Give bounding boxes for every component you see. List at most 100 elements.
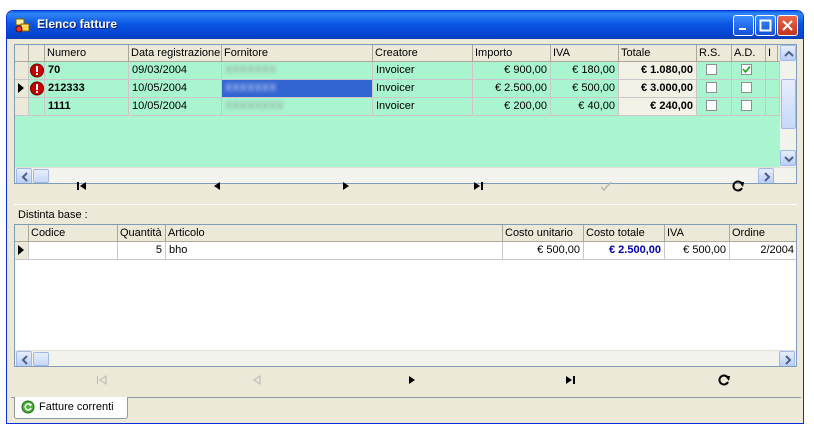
cell-data[interactable]: 10/05/2004 bbox=[129, 80, 222, 98]
last-record-icon[interactable] bbox=[470, 178, 486, 194]
column-header-iva[interactable]: IVA bbox=[665, 225, 730, 242]
bom-caption: Distinta base : bbox=[18, 209, 88, 221]
first-record-icon[interactable] bbox=[94, 372, 110, 388]
bom-horizontal-scrollbar[interactable] bbox=[15, 350, 796, 366]
refresh-icon[interactable] bbox=[730, 178, 746, 194]
cell-importo[interactable]: € 2.500,00 bbox=[473, 80, 551, 98]
cell-creatore[interactable]: Invoicer bbox=[373, 80, 473, 98]
invoice-grid: Numero Data registrazione Fornitore Crea… bbox=[14, 44, 797, 184]
column-header-rs[interactable]: R.S. bbox=[697, 45, 732, 62]
close-icon bbox=[782, 20, 793, 31]
column-header-costo-unitario[interactable]: Costo unitario bbox=[503, 225, 584, 242]
scroll-down-button[interactable] bbox=[780, 150, 796, 166]
minimize-button[interactable] bbox=[733, 15, 754, 36]
cell-codice[interactable] bbox=[29, 242, 118, 260]
row-selector[interactable] bbox=[15, 98, 29, 116]
ad-checkbox[interactable] bbox=[741, 82, 752, 93]
cell-iva[interactable]: € 40,00 bbox=[551, 98, 619, 116]
column-header-numero[interactable]: Numero bbox=[45, 45, 129, 62]
scroll-left-button[interactable] bbox=[16, 351, 32, 366]
cell-costo-totale[interactable]: € 2.500,00 bbox=[584, 242, 665, 260]
maximize-icon bbox=[759, 19, 772, 32]
vertical-scroll-thumb[interactable] bbox=[781, 79, 796, 129]
ad-checkbox[interactable] bbox=[741, 64, 752, 75]
horizontal-scroll-thumb[interactable] bbox=[33, 352, 49, 366]
confirm-icon[interactable] bbox=[598, 178, 614, 194]
cell-ordine[interactable]: 2/2004 bbox=[730, 242, 796, 260]
cell-data[interactable]: 10/05/2004 bbox=[129, 98, 222, 116]
cell-totale[interactable]: € 1.080,00 bbox=[619, 62, 697, 80]
cell-ad bbox=[732, 98, 766, 116]
cell-importo[interactable]: € 900,00 bbox=[473, 62, 551, 80]
column-header-totale[interactable]: Totale bbox=[619, 45, 697, 62]
column-header-articolo[interactable]: Articolo bbox=[166, 225, 503, 242]
column-header-fornitore[interactable]: Fornitore bbox=[222, 45, 373, 62]
rs-checkbox[interactable] bbox=[706, 82, 717, 93]
invoice-vertical-scrollbar[interactable] bbox=[780, 45, 796, 167]
tab-fatture-correnti[interactable]: Fatture correnti bbox=[14, 397, 128, 419]
cell-fornitore[interactable]: XXXXXXX bbox=[222, 80, 373, 98]
cell-numero[interactable]: 212333 bbox=[45, 80, 129, 98]
app-icon bbox=[15, 18, 30, 33]
column-header-data[interactable]: Data registrazione bbox=[129, 45, 222, 62]
rs-checkbox[interactable] bbox=[706, 64, 717, 75]
ad-checkbox[interactable] bbox=[741, 100, 752, 111]
chevron-down-icon bbox=[784, 156, 794, 163]
row-selector[interactable] bbox=[15, 80, 29, 98]
row-selector-header bbox=[15, 225, 29, 242]
cell-creatore[interactable]: Invoicer bbox=[373, 98, 473, 116]
refresh-icon[interactable] bbox=[716, 372, 732, 388]
row-selector[interactable] bbox=[15, 62, 29, 80]
window-title: Elenco fatture bbox=[37, 17, 118, 31]
cell-fornitore[interactable]: XXXXXXXX bbox=[222, 98, 373, 116]
cell-totale[interactable]: € 3.000,00 bbox=[619, 80, 697, 98]
cell-ad bbox=[732, 80, 766, 98]
cell-iva[interactable]: € 180,00 bbox=[551, 62, 619, 80]
first-record-icon[interactable] bbox=[74, 178, 90, 194]
cell-data[interactable]: 09/03/2004 bbox=[129, 62, 222, 80]
title-bar[interactable]: Elenco fatture bbox=[7, 11, 803, 39]
rs-checkbox[interactable] bbox=[706, 100, 717, 111]
last-record-icon[interactable] bbox=[562, 372, 578, 388]
maximize-button[interactable] bbox=[755, 15, 776, 36]
invoice-grid-header: Numero Data registrazione Fornitore Crea… bbox=[15, 45, 796, 62]
column-header-creatore[interactable]: Creatore bbox=[373, 45, 473, 62]
cell-quantita[interactable]: 5 bbox=[118, 242, 166, 260]
column-header-costo-totale[interactable]: Costo totale bbox=[584, 225, 665, 242]
cell-numero[interactable]: 70 bbox=[45, 62, 129, 80]
close-button[interactable] bbox=[777, 15, 798, 36]
column-header-iva[interactable]: IVA bbox=[551, 45, 619, 62]
cell-totale[interactable]: € 240,00 bbox=[619, 98, 697, 116]
column-header-importo[interactable]: Importo bbox=[473, 45, 551, 62]
cell-creatore[interactable]: Invoicer bbox=[373, 62, 473, 80]
cell-articolo[interactable]: bho bbox=[166, 242, 503, 260]
invoice-row[interactable]: 212333 10/05/2004 XXXXXXX Invoicer € 2.500,0… bbox=[15, 80, 780, 98]
previous-record-icon[interactable] bbox=[250, 372, 266, 388]
cell-costo-unitario[interactable]: € 500,00 bbox=[503, 242, 584, 260]
column-header-ad[interactable]: A.D. bbox=[732, 45, 766, 62]
scroll-up-button[interactable] bbox=[780, 45, 796, 61]
scroll-right-button[interactable] bbox=[779, 351, 795, 366]
previous-record-icon[interactable] bbox=[210, 178, 226, 194]
column-header-extra[interactable]: I bbox=[766, 45, 778, 62]
cell-fornitore[interactable]: XXXXXXX bbox=[222, 62, 373, 80]
cell-iva[interactable]: € 500,00 bbox=[665, 242, 730, 260]
column-header-ordine[interactable]: Ordine bbox=[730, 225, 796, 242]
row-selector[interactable] bbox=[15, 242, 29, 260]
next-record-icon[interactable] bbox=[338, 178, 354, 194]
invoice-row[interactable]: 1111 10/05/2004 XXXXXXXX Invoicer € 200,00 € … bbox=[15, 98, 780, 116]
next-record-icon[interactable] bbox=[404, 372, 420, 388]
cell-numero[interactable]: 1111 bbox=[45, 98, 129, 116]
chevron-up-icon bbox=[784, 50, 794, 57]
column-header-codice[interactable]: Codice bbox=[29, 225, 118, 242]
cell-importo[interactable]: € 200,00 bbox=[473, 98, 551, 116]
column-header-quantita[interactable]: Quantità bbox=[118, 225, 166, 242]
cell-ad bbox=[732, 62, 766, 80]
bom-row[interactable]: 5 bho € 500,00 € 2.500,00 € 500,00 2/2004 bbox=[15, 242, 796, 260]
refresh-arrow-icon bbox=[21, 400, 35, 414]
cell-iva[interactable]: € 500,00 bbox=[551, 80, 619, 98]
cell-rs bbox=[697, 62, 732, 80]
invoice-row[interactable]: 70 09/03/2004 XXXXXXX Invoicer € 900,00 € 180… bbox=[15, 62, 780, 80]
warning-icon bbox=[30, 81, 44, 96]
icon-column-header bbox=[29, 45, 45, 62]
